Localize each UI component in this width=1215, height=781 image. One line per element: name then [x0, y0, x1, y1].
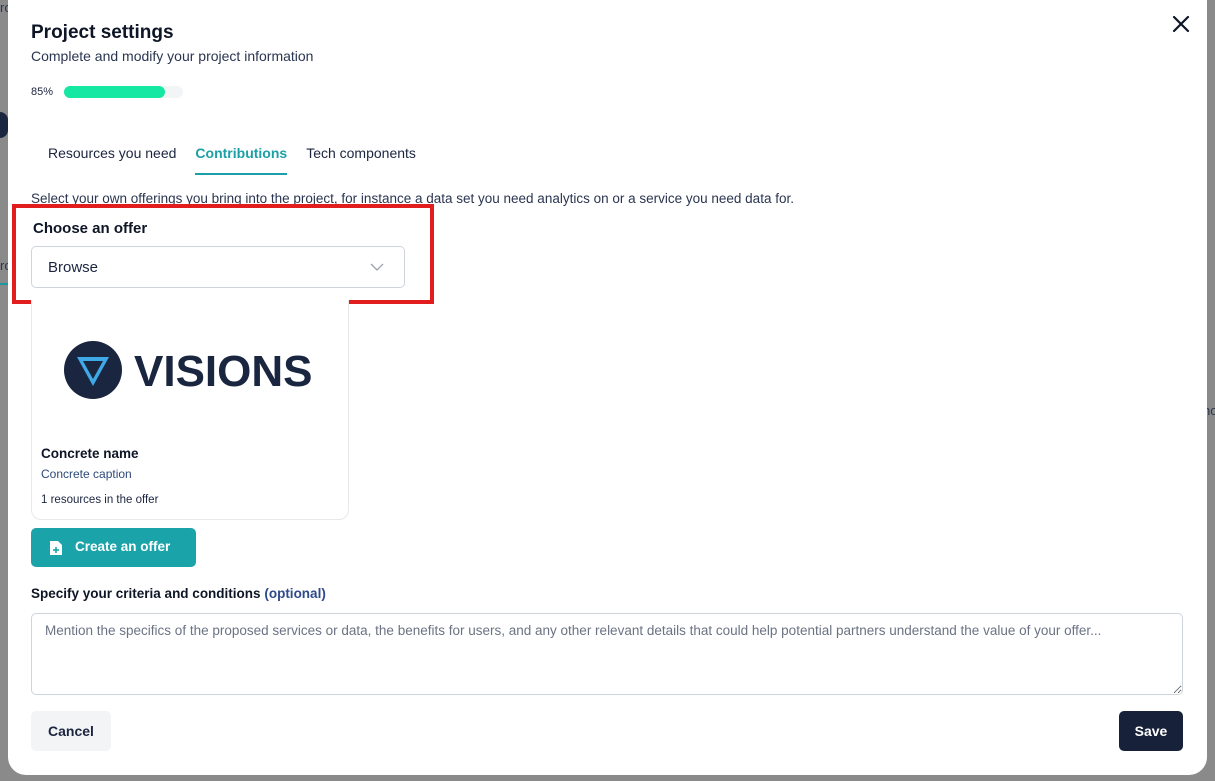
criteria-textarea[interactable]: [31, 613, 1183, 695]
logo-text: VISIONS: [134, 347, 313, 396]
close-icon[interactable]: [1169, 12, 1193, 36]
criteria-optional-tag: (optional): [264, 586, 326, 601]
progress-label: 85%: [31, 86, 54, 98]
offer-card-resource-count: 1 resources in the offer: [41, 494, 159, 506]
offer-card-caption: Concrete caption: [41, 467, 132, 481]
create-offer-button[interactable]: Create an offer: [31, 528, 196, 567]
create-offer-label: Create an offer: [75, 539, 171, 554]
tab-bar: Resources you need Contributions Tech co…: [48, 142, 435, 175]
save-button[interactable]: Save: [1119, 711, 1183, 751]
offer-card-name: Concrete name: [41, 446, 139, 461]
backdrop-logo-fragment: [0, 112, 8, 138]
file-plus-icon: [50, 541, 62, 555]
tab-resources-you-need[interactable]: Resources you need: [48, 142, 176, 175]
offer-select-value: Browse: [48, 259, 99, 276]
offer-field-label: Choose an offer: [33, 220, 148, 237]
offer-card[interactable]: VISIONS Concrete name Concrete caption 1…: [31, 300, 349, 520]
backdrop-tab-underline: [0, 283, 8, 285]
modal-title: Project settings: [31, 22, 174, 43]
progress-fill: [64, 86, 166, 98]
criteria-label: Specify your criteria and conditions (op…: [31, 586, 326, 601]
offer-select[interactable]: Browse: [31, 246, 405, 288]
modal-subtitle: Complete and modify your project informa…: [31, 48, 314, 64]
project-settings-modal: Project settings Complete and modify you…: [8, 0, 1207, 775]
criteria-label-text: Specify your criteria and conditions: [31, 586, 261, 601]
tab-contributions[interactable]: Contributions: [195, 142, 288, 175]
visions-logo: VISIONS: [64, 341, 313, 399]
chevron-down-icon: [370, 263, 384, 271]
cancel-button[interactable]: Cancel: [31, 711, 111, 751]
tab-tech-components[interactable]: Tech components: [306, 142, 416, 175]
